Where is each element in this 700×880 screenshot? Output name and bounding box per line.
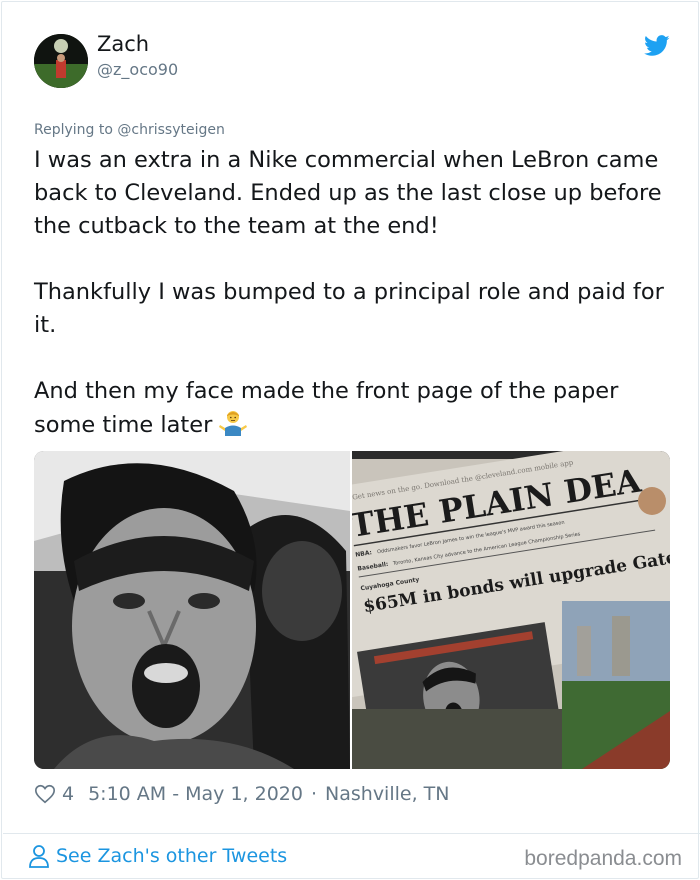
like-count[interactable]: 4 — [62, 783, 74, 805]
tweet-timestamp[interactable]: 5:10 AM - May 1, 2020 — [88, 783, 303, 805]
boredpanda-watermark: boredpanda.com — [524, 847, 682, 870]
see-other-tweets-label[interactable]: See Zach's other Tweets — [56, 845, 287, 867]
meta-separator: · — [310, 783, 318, 805]
author-name[interactable]: Zach — [97, 32, 149, 56]
heart-icon[interactable] — [34, 783, 56, 805]
tweet-paragraph: Thankfully I was bumped to a principal r… — [34, 279, 664, 338]
footer-divider — [3, 833, 700, 834]
tweet-meta: 4 5:10 AM - May 1, 2020 · Nashville, TN — [34, 780, 449, 808]
twitter-bird-icon[interactable] — [644, 35, 670, 57]
reply-mention-link[interactable]: @chrissyteigen — [117, 122, 224, 138]
author-handle[interactable]: @z_oco90 — [97, 60, 178, 79]
tweet-media[interactable]: Get news on the go. Download the @clevel… — [34, 451, 670, 769]
newspaper-photo[interactable]: Get news on the go. Download the @clevel… — [352, 451, 670, 769]
tweet-paragraph-last: And then my face made the front page of … — [34, 375, 674, 442]
tweet-paragraph-text: And then my face made the front page of … — [34, 378, 619, 438]
screaming-fan-photo[interactable] — [34, 451, 350, 769]
person-icon — [29, 845, 49, 868]
man-shrugging-emoji-icon — [219, 411, 248, 436]
replying-to: Replying to @chrissyteigen — [34, 122, 225, 138]
avatar[interactable] — [34, 34, 88, 88]
tweet-location[interactable]: Nashville, TN — [325, 783, 449, 805]
tweet-text: I was an extra in a Nike commercial when… — [34, 144, 674, 442]
replying-to-label: Replying to — [34, 122, 118, 138]
see-other-tweets-link[interactable]: See Zach's other Tweets — [28, 844, 287, 868]
tweet-card: Zach @z_oco90 Replying to @chrissyteigen… — [1, 1, 700, 879]
tweet-paragraph: I was an extra in a Nike commercial when… — [34, 147, 662, 239]
